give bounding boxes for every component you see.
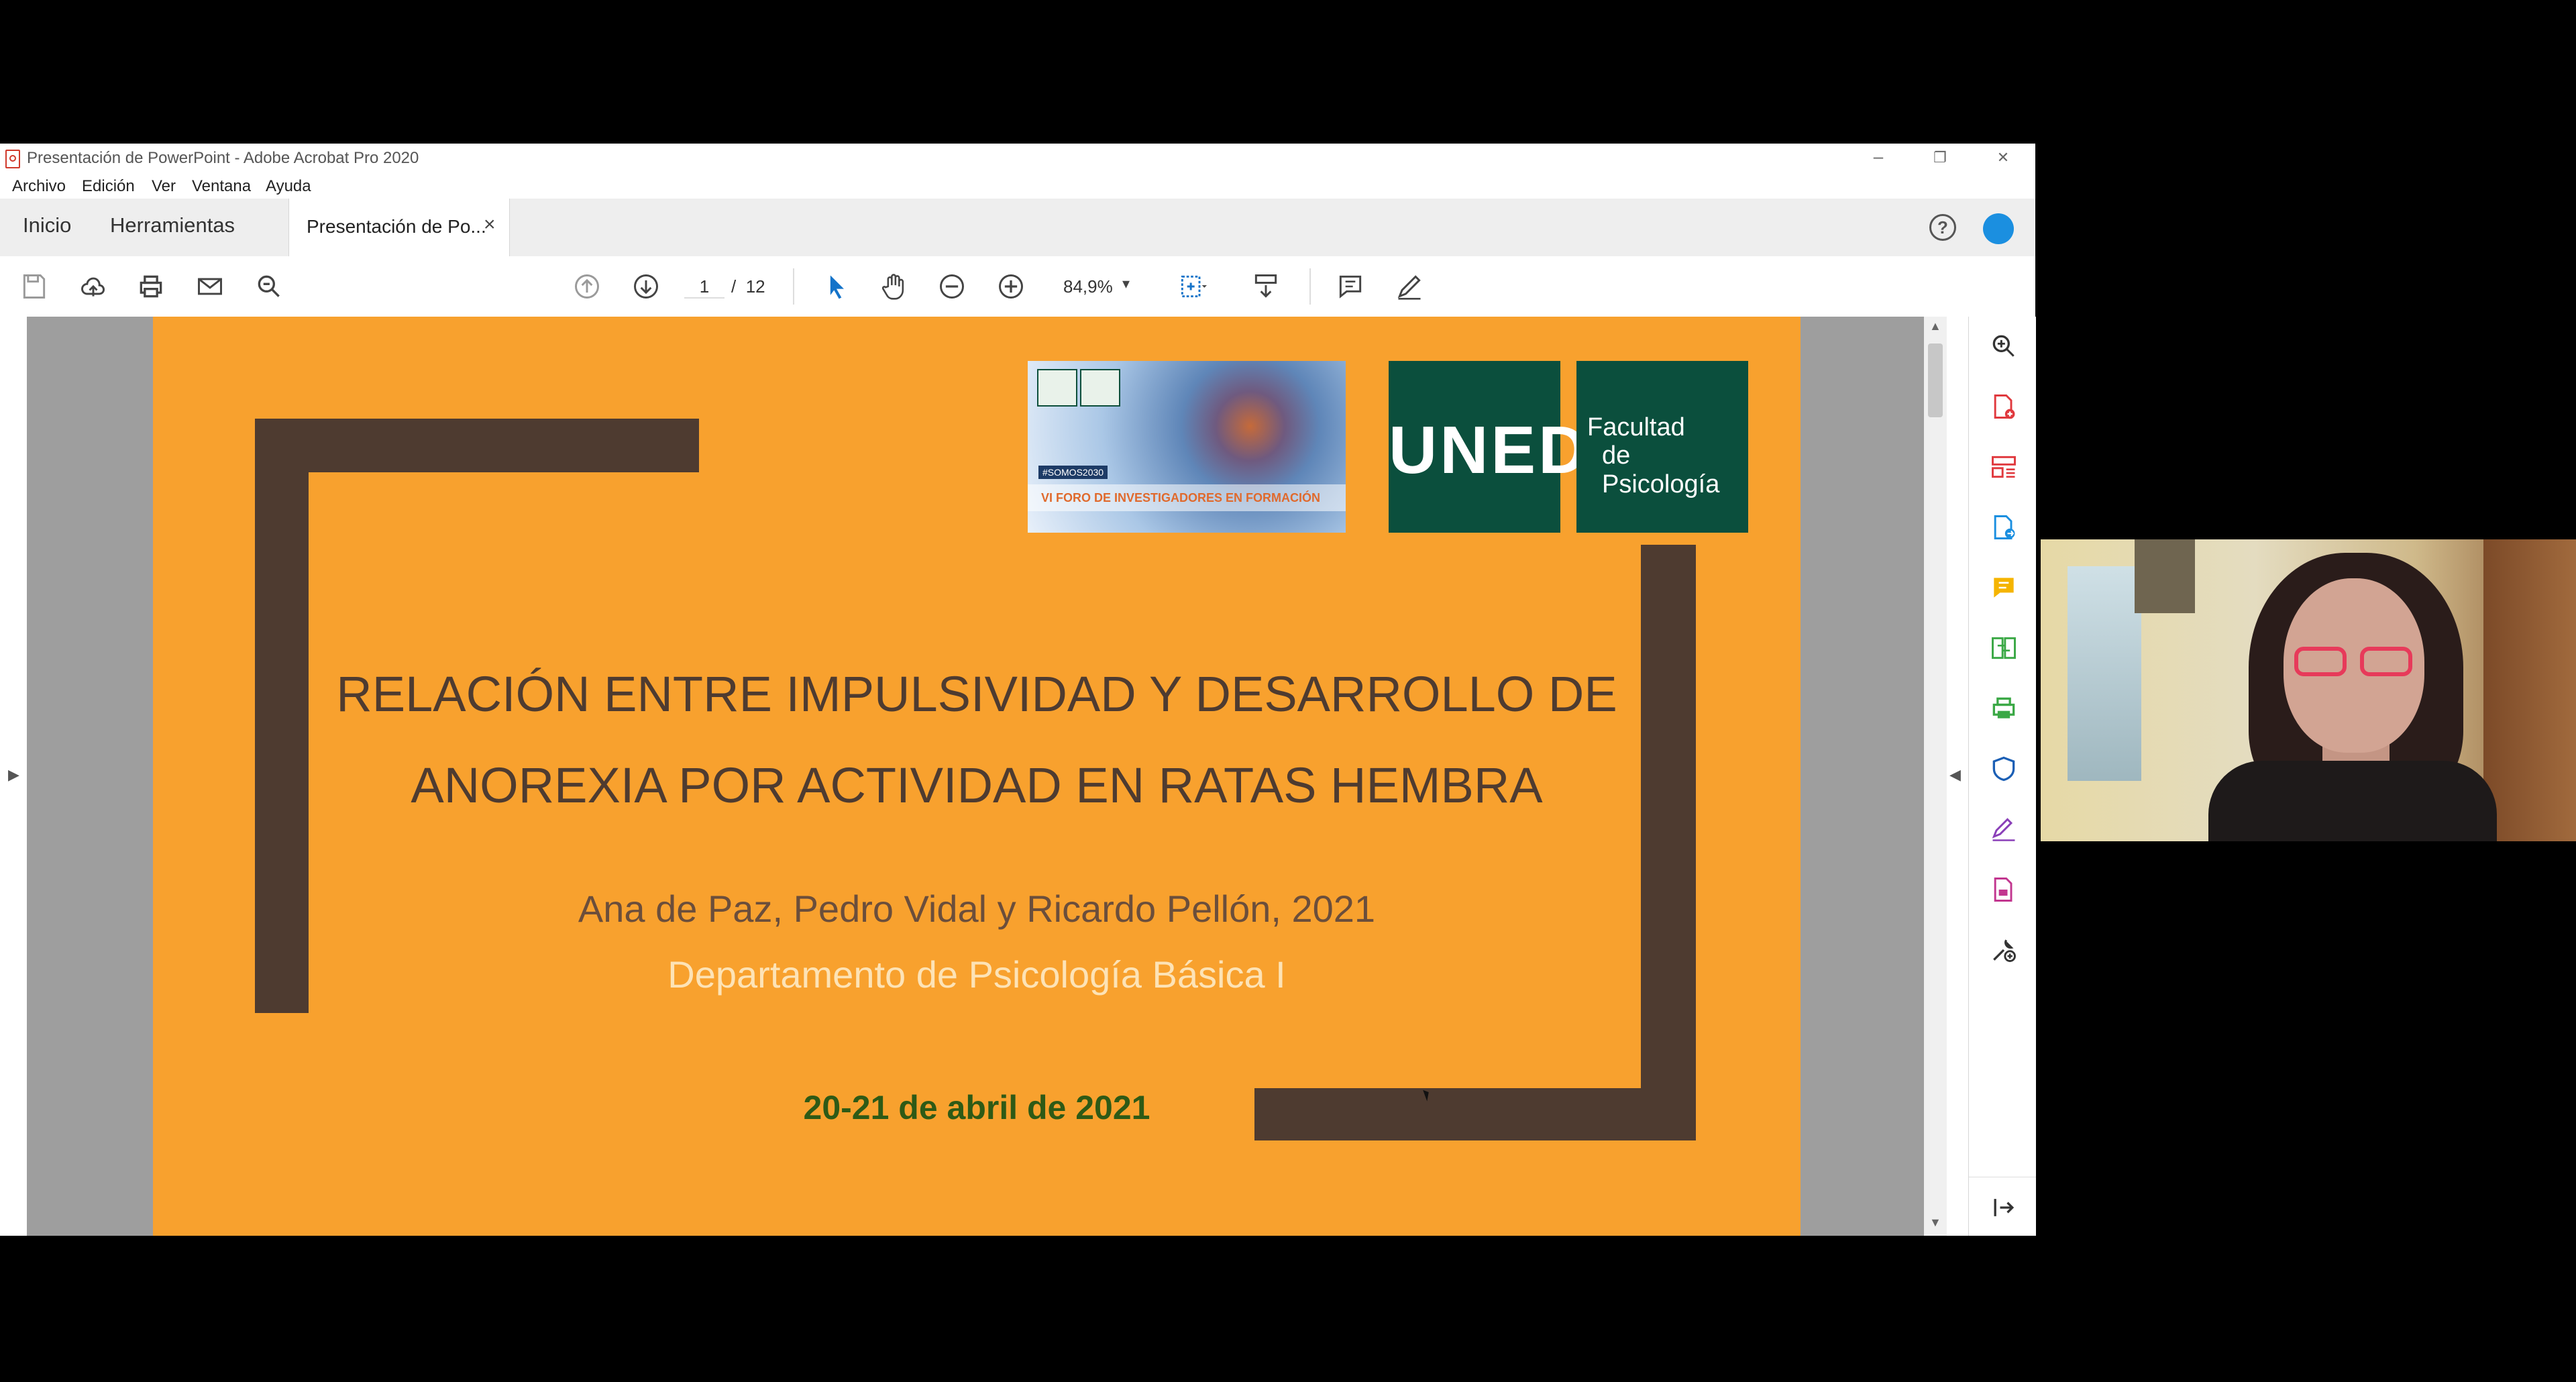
tab-bar: Inicio Herramientas Presentación de Po..… (0, 199, 2035, 257)
zoom-out-icon[interactable] (935, 270, 969, 303)
print-production-icon[interactable] (1989, 694, 2019, 723)
slide-authors: Ana de Paz, Pedro Vidal y Ricardo Pellón… (578, 888, 1376, 930)
comment-tool-icon[interactable] (1989, 573, 2019, 602)
protect-shield-icon[interactable] (1989, 754, 2019, 784)
restore-button[interactable]: ❐ (1927, 149, 1953, 166)
more-tools-icon[interactable] (1989, 935, 2019, 965)
comment-icon[interactable] (1334, 270, 1367, 303)
menu-edicion[interactable]: Edición (82, 177, 135, 196)
slide-title-line1: RELACIÓN ENTRE IMPULSIVIDAD Y DESARROLLO… (336, 666, 1617, 722)
scroll-up-icon[interactable]: ▲ (1929, 319, 1941, 333)
title-bar: Presentación de PowerPoint - Adobe Acrob… (0, 144, 2035, 174)
banner-mini-logo (1080, 369, 1120, 407)
uned-logo: UNED (1389, 361, 1590, 533)
toolbar-divider (793, 268, 794, 305)
scroll-mode-icon[interactable] (1249, 270, 1283, 303)
toolbar: 1 / 12 84,9% ▾ (0, 256, 2035, 317)
foro-banner-image: #SOMOS2030 VI FORO DE INVESTIGADORES EN … (1028, 361, 1346, 533)
frame-bar-top-left (255, 419, 699, 472)
page-total: / 12 (731, 276, 765, 297)
compare-files-icon[interactable] (1989, 633, 2019, 663)
banner-mini-logo (1037, 369, 1077, 407)
menu-ayuda[interactable]: Ayuda (266, 177, 311, 196)
account-avatar[interactable] (1983, 213, 2014, 244)
toolbar-divider (1309, 268, 1311, 305)
tab-document[interactable]: Presentación de Po... × (288, 199, 510, 256)
fill-sign-icon[interactable] (1989, 814, 2019, 844)
collapse-right-panel-icon[interactable]: ◀ (1949, 766, 1961, 784)
frame-bar-right (1641, 545, 1696, 1140)
page-number-input[interactable]: 1 (684, 276, 724, 299)
tab-herramientas[interactable]: Herramientas (110, 213, 235, 237)
faculty-logo: Facultad de Psicología (1576, 361, 1748, 533)
tab-inicio[interactable]: Inicio (23, 213, 71, 237)
zoom-level-select[interactable]: 84,9% ▾ (1043, 272, 1144, 301)
upload-cloud-icon[interactable] (76, 270, 110, 303)
minimize-button[interactable]: – (1865, 146, 1892, 167)
expand-left-panel-icon[interactable]: ▶ (8, 766, 19, 784)
webcam-person-glasses (2360, 647, 2412, 676)
webcam-door (2483, 539, 2576, 841)
zoom-in-icon[interactable] (994, 270, 1028, 303)
webcam-frame (2135, 539, 2195, 613)
tab-document-label: Presentación de Po... (307, 216, 486, 237)
scroll-down-icon[interactable]: ▼ (1929, 1216, 1941, 1230)
chevron-down-icon: ▾ (1122, 275, 1130, 292)
banner-foro-strip: VI FORO DE INVESTIGADORES EN FORMACIÓN (1028, 484, 1346, 511)
slide-department: Departamento de Psicología Básica I (667, 953, 1286, 996)
menu-ventana[interactable]: Ventana (192, 177, 251, 196)
slide-title-line2: ANOREXIA POR ACTIVIDAD EN RATAS HEMBRA (411, 757, 1543, 813)
left-panel-toggle[interactable]: ▶ (0, 317, 27, 1236)
pdf-app-icon (5, 150, 20, 168)
webcam-person-body (2208, 761, 2497, 841)
window-title: Presentación de PowerPoint - Adobe Acrob… (27, 149, 419, 167)
tools-pane (1968, 317, 2036, 1236)
close-tab-icon[interactable]: × (484, 213, 496, 236)
help-icon[interactable]: ? (1929, 214, 1956, 241)
webcam-shelf (2068, 566, 2141, 781)
previous-page-icon[interactable] (570, 270, 604, 303)
faculty-logo-line1: Facultad (1587, 413, 1685, 441)
print-icon[interactable] (134, 270, 168, 303)
fit-page-icon[interactable] (1175, 270, 1209, 303)
banner-foro-text: VI FORO DE INVESTIGADORES EN FORMACIÓN (1041, 491, 1321, 504)
next-page-icon[interactable] (629, 270, 663, 303)
banner-tag: #SOMOS2030 (1038, 466, 1108, 479)
uned-logo-text: UNED (1389, 413, 1590, 488)
slide-page: #SOMOS2030 VI FORO DE INVESTIGADORES EN … (153, 317, 1801, 1236)
close-window-button[interactable]: ✕ (1990, 149, 2017, 166)
vertical-scrollbar[interactable]: ▲ ▼ (1924, 317, 1947, 1236)
menu-archivo[interactable]: Archivo (12, 177, 66, 196)
export-pdf-icon[interactable] (1989, 513, 2019, 542)
select-cursor-icon[interactable] (820, 270, 853, 303)
webcam-video (2041, 539, 2576, 841)
zoom-level-value: 84,9% (1063, 276, 1113, 297)
scrollbar-thumb[interactable] (1928, 343, 1943, 417)
page-separator: / (731, 276, 737, 297)
document-viewer[interactable]: ▶ #SOMOS2030 VI FORO DE INVESTIGADORES E… (0, 317, 1968, 1236)
collapse-tools-pane-icon[interactable] (1989, 1193, 2019, 1222)
faculty-logo-line2: de Psicología (1602, 441, 1720, 498)
acrobat-window: Presentación de PowerPoint - Adobe Acrob… (0, 144, 2036, 1236)
organize-pages-icon[interactable] (1989, 452, 2019, 482)
email-icon[interactable] (193, 270, 227, 303)
draw-pen-icon[interactable] (1393, 270, 1426, 303)
slide-date: 20-21 de abril de 2021 (803, 1089, 1150, 1126)
menu-bar: Archivo Edición Ver Ventana Ayuda (0, 174, 2035, 199)
enhance-scan-icon[interactable] (1989, 331, 2019, 361)
zoom-search-icon[interactable] (252, 270, 286, 303)
webcam-person-glasses (2294, 647, 2347, 676)
right-panel-toggle[interactable]: ◀ (1947, 317, 1968, 1236)
save-icon[interactable] (17, 270, 51, 303)
page-total-value: 12 (745, 276, 765, 297)
hand-tool-icon[interactable] (877, 270, 911, 303)
create-pdf-icon[interactable] (1989, 392, 2019, 421)
menu-ver[interactable]: Ver (152, 177, 176, 196)
edit-pdf-icon[interactable] (1989, 875, 2019, 904)
